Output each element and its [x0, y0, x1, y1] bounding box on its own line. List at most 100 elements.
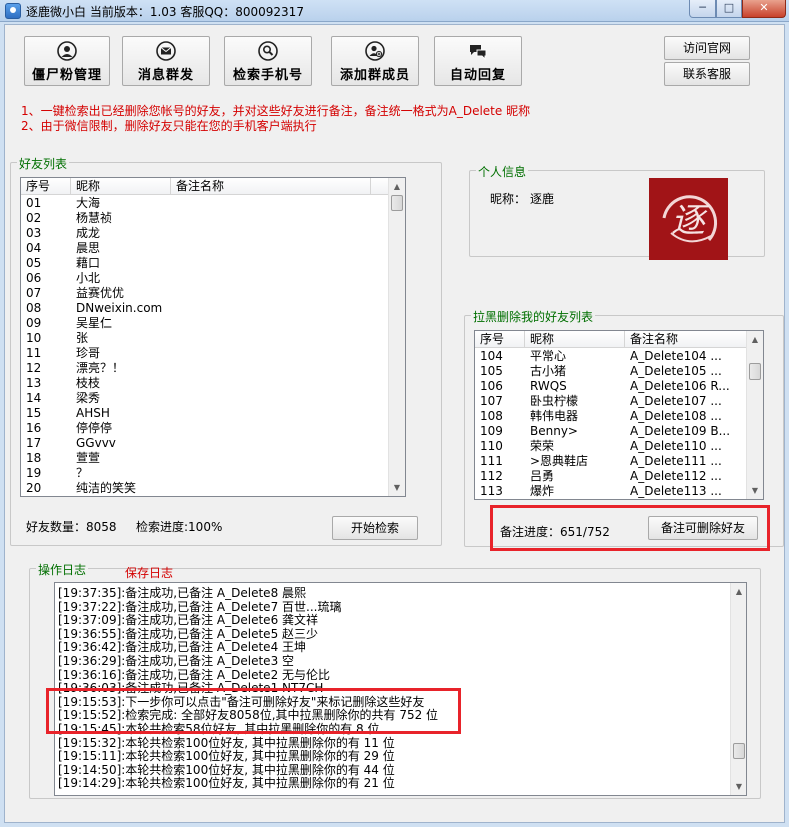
deleted-friend-row[interactable]: 113 爆炸 A_Delete113 ...: [475, 484, 745, 499]
friend-index: 10: [26, 331, 42, 345]
deleted-remark: A_Delete110 ...: [630, 439, 722, 453]
log-line: [19:15:11]:本轮共检索100位好友, 其中拉黑删除你的有 29 位: [58, 749, 395, 764]
notice-line-2: 2、由于微信限制，删除好友只能在您的手机客户端执行: [21, 119, 317, 133]
column-header-index[interactable]: 序号: [21, 178, 71, 195]
deleted-friend-row[interactable]: 110 荣荣 A_Delete110 ...: [475, 439, 745, 454]
friend-row[interactable]: 11 珍哥: [21, 346, 387, 361]
friend-row[interactable]: 19 ？: [21, 466, 387, 481]
friend-row[interactable]: 06 小北: [21, 271, 387, 286]
scroll-up-arrow-icon[interactable]: ▲: [747, 331, 763, 348]
friend-index: 07: [26, 286, 42, 300]
deleted-remark: A_Delete112 ...: [630, 469, 722, 483]
friend-row[interactable]: 16 停停停: [21, 421, 387, 436]
friend-row[interactable]: 10 张: [21, 331, 387, 346]
scroll-down-arrow-icon[interactable]: ▼: [747, 482, 763, 499]
friend-remark: [171, 301, 371, 316]
scroll-thumb[interactable]: [391, 195, 403, 211]
visit-website-button[interactable]: 访问官网: [664, 36, 750, 60]
deleted-nickname: 卧虫柠檬: [530, 394, 579, 408]
maximize-button[interactable]: □: [716, 0, 742, 18]
minimize-button[interactable]: ─: [689, 0, 716, 18]
deleted-friend-row[interactable]: 104 平常心 A_Delete104 ...: [475, 349, 745, 364]
deleted-remark: A_Delete104 ...: [630, 349, 722, 363]
friend-remark: [171, 346, 371, 361]
friend-row[interactable]: 12 漂亮？！: [21, 361, 387, 376]
start-search-button[interactable]: 开始检索: [332, 516, 418, 540]
friend-row[interactable]: 14 梁秀: [21, 391, 387, 406]
add-group-member-button[interactable]: 添加群成员: [331, 36, 419, 86]
friend-row[interactable]: 13 枝枝: [21, 376, 387, 391]
friend-nickname: DNweixin.com: [76, 301, 163, 315]
deleted-friend-row[interactable]: 111 >恩典鞋店 A_Delete111 ...: [475, 454, 745, 469]
friend-row[interactable]: 07 益赛优优: [21, 286, 387, 301]
toolbar-label: 僵尸粉管理: [31, 68, 102, 83]
zombie-fans-button[interactable]: 僵尸粉管理: [24, 36, 110, 86]
friend-row[interactable]: 05 藉口: [21, 256, 387, 271]
column-header-index[interactable]: 序号: [475, 331, 525, 348]
friend-list-scrollbar[interactable]: ▲ ▼: [388, 178, 405, 496]
search-progress: 检索进度:100%: [136, 520, 223, 534]
friend-remark: [171, 391, 371, 406]
friend-index: 03: [26, 226, 42, 240]
deleted-remark: A_Delete108 ...: [630, 409, 722, 423]
friend-row[interactable]: 04 晨思: [21, 241, 387, 256]
friend-index: 20: [26, 481, 42, 495]
scroll-up-arrow-icon[interactable]: ▲: [389, 178, 405, 195]
deleted-friend-row[interactable]: 106 RWQS A_Delete106 R...: [475, 379, 745, 394]
friend-row[interactable]: 03 成龙: [21, 226, 387, 241]
friend-row[interactable]: 01 大海: [21, 196, 387, 211]
deleted-friend-row[interactable]: 108 韩伟电器 A_Delete108 ...: [475, 409, 745, 424]
save-log-link[interactable]: 保存日志: [125, 564, 173, 581]
friend-nickname: 晨思: [76, 241, 101, 255]
column-header-nickname[interactable]: 昵称: [71, 178, 171, 195]
friend-nickname: 成龙: [76, 226, 101, 240]
friend-nickname: 梁秀: [76, 391, 101, 405]
broadcast-message-button[interactable]: 消息群发: [122, 36, 210, 86]
friend-row[interactable]: 20 纯洁的笑笑: [21, 481, 387, 496]
deleted-friend-row[interactable]: 107 卧虫柠檬 A_Delete107 ...: [475, 394, 745, 409]
friend-nickname: 张: [76, 331, 89, 345]
friend-remark: [171, 421, 371, 436]
deleted-list-scrollbar[interactable]: ▲ ▼: [746, 331, 763, 499]
auto-reply-button[interactable]: 自动回复: [434, 36, 522, 86]
friend-index: 19: [26, 466, 42, 480]
toolbar-label: 添加群成员: [339, 68, 410, 83]
deleted-friends-list[interactable]: 序号 昵称 备注名称 104 平常心 A_Delete104 ... 105 古小猪 A_…: [474, 330, 764, 500]
avatar-logo-icon: 逐: [662, 195, 717, 243]
search-phone-button[interactable]: 检索手机号: [224, 36, 312, 86]
column-header-remark[interactable]: 备注名称: [625, 331, 748, 348]
scroll-down-arrow-icon[interactable]: ▼: [389, 479, 405, 496]
column-header-remark[interactable]: 备注名称: [171, 178, 371, 195]
friend-row[interactable]: 17 GGvvv: [21, 436, 387, 451]
friend-remark: [171, 256, 371, 271]
friend-row[interactable]: 02 杨慧祯: [21, 211, 387, 226]
nickname-label: 昵称：: [490, 192, 527, 206]
scroll-up-arrow-icon[interactable]: ▲: [731, 583, 746, 600]
close-button[interactable]: ✕: [742, 0, 786, 18]
friend-row[interactable]: 18 萱萱: [21, 451, 387, 466]
scroll-down-arrow-icon[interactable]: ▼: [731, 778, 746, 795]
contact-support-button[interactable]: 联系客服: [664, 62, 750, 86]
deleted-remark: A_Delete106 R...: [630, 379, 730, 393]
scroll-thumb[interactable]: [749, 363, 761, 380]
friend-remark: [171, 451, 371, 466]
scroll-thumb[interactable]: [733, 743, 745, 759]
deleted-remark: A_Delete109 B...: [630, 424, 731, 438]
friend-remark: [171, 436, 371, 451]
friend-row[interactable]: 15 AHSH: [21, 406, 387, 421]
column-header-nickname[interactable]: 昵称: [525, 331, 625, 348]
friend-list-title: 好友列表: [17, 155, 70, 172]
deleted-remark: A_Delete111 ...: [630, 454, 722, 468]
friend-row[interactable]: 09 吴星仁: [21, 316, 387, 331]
title-bar[interactable]: 逐鹿微小白 当前版本：1.03 客服QQ：800092317 ─ □ ✕: [0, 0, 789, 22]
friend-list[interactable]: 序号 昵称 备注名称 01 大海 02 杨慧祯 03 成龙 04 晨思 05 藉口 06 小北 07 益赛…: [20, 177, 406, 497]
friend-nickname: 枝枝: [76, 376, 101, 390]
deleted-friend-row[interactable]: 105 古小猪 A_Delete105 ...: [475, 364, 745, 379]
friend-remark: [171, 316, 371, 331]
log-scrollbar[interactable]: ▲ ▼: [730, 583, 746, 795]
friend-nickname: 大海: [76, 196, 101, 210]
friend-row[interactable]: 08 DNweixin.com: [21, 301, 387, 316]
deleted-friend-row[interactable]: 112 吕勇 A_Delete112 ...: [475, 469, 745, 484]
friend-nickname: 吴星仁: [76, 316, 113, 330]
deleted-friend-row[interactable]: 109 Benny> A_Delete109 B...: [475, 424, 745, 439]
